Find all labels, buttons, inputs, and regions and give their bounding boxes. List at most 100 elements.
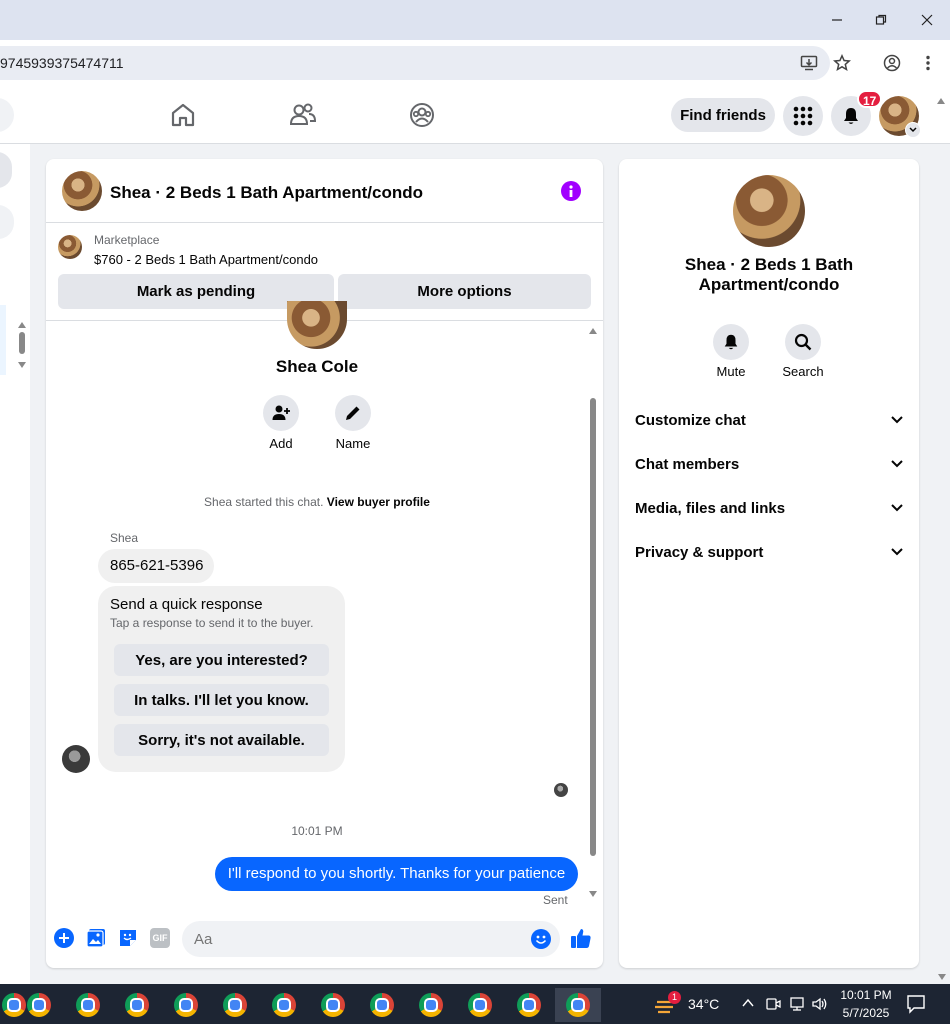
media-files-links-section[interactable]: Media, files and links: [635, 488, 903, 528]
weather-temp[interactable]: 34°C: [688, 996, 719, 1012]
scroll-down-arrow-icon[interactable]: [937, 968, 949, 980]
quick-response-yes-button[interactable]: Yes, are you interested?: [114, 644, 329, 676]
notification-center-icon[interactable]: [906, 994, 928, 1016]
sender-name: Shea: [110, 531, 139, 545]
home-icon[interactable]: [168, 100, 198, 130]
chat-panel: Shea · 2 Beds 1 Bath Apartment/condo Mar…: [46, 159, 603, 968]
message-composer: GIF: [46, 915, 603, 968]
name-label: Name: [335, 436, 371, 451]
menu-grid-button[interactable]: [783, 96, 823, 136]
volume-icon[interactable]: [811, 996, 829, 1012]
chevron-up-icon[interactable]: [741, 996, 755, 1010]
listing-avatar[interactable]: [62, 171, 102, 211]
section-label: Privacy & support: [635, 543, 764, 561]
taskbar-app-active[interactable]: [555, 988, 601, 1022]
info-icon[interactable]: [561, 181, 581, 201]
meet-icon[interactable]: [765, 996, 781, 1012]
add-person-icon: [272, 405, 290, 420]
profile-icon[interactable]: [881, 52, 903, 74]
chat-header: Shea · 2 Beds 1 Bath Apartment/condo: [46, 159, 603, 223]
restore-icon[interactable]: [858, 0, 904, 40]
add-person-button[interactable]: [263, 395, 299, 431]
quick-response-in-talks-button[interactable]: In talks. I'll let you know.: [114, 684, 329, 716]
taskbar-app[interactable]: [68, 988, 108, 1022]
edit-name-button[interactable]: [335, 395, 371, 431]
contact-name: Shea Cole: [275, 357, 359, 376]
chrome-icon: [370, 993, 394, 1017]
address-bar[interactable]: [0, 46, 830, 80]
privacy-support-section[interactable]: Privacy & support: [635, 532, 903, 572]
photo-icon[interactable]: [86, 928, 106, 948]
minimize-icon[interactable]: [814, 0, 860, 40]
taskbar-app[interactable]: [460, 988, 500, 1022]
search-icon: [794, 333, 812, 351]
window-titlebar: [0, 0, 950, 40]
sent-message-bubble[interactable]: I'll respond to you shortly. Thanks for …: [215, 857, 578, 891]
sender-avatar[interactable]: [62, 745, 90, 773]
active-conversation-marker: [0, 305, 6, 375]
taskbar-app[interactable]: [313, 988, 353, 1022]
message-thread[interactable]: Shea Cole Add Name Shea started this cha…: [46, 301, 603, 921]
plus-icon[interactable]: [54, 928, 74, 948]
thumbs-up-icon[interactable]: [569, 926, 593, 950]
url-text[interactable]: 9745939375474711: [0, 55, 124, 71]
listing-large-avatar[interactable]: [733, 175, 805, 247]
chrome-icon: [174, 993, 198, 1017]
taskbar-app[interactable]: [215, 988, 255, 1022]
chrome-icon: [76, 993, 100, 1017]
chevron-down-icon[interactable]: [905, 122, 921, 138]
quick-response-title: Send a quick response: [110, 596, 263, 613]
network-icon[interactable]: [788, 996, 806, 1012]
emoji-icon[interactable]: [531, 929, 551, 949]
search-label: Search: [782, 364, 824, 379]
friends-icon[interactable]: [288, 100, 318, 130]
scroll-up-arrow-icon[interactable]: [936, 92, 950, 104]
taskbar-app[interactable]: [362, 988, 402, 1022]
customize-chat-section[interactable]: Customize chat: [635, 400, 903, 440]
chrome-icon: [566, 993, 590, 1017]
mute-label: Mute: [716, 364, 746, 379]
quick-response-not-available-button[interactable]: Sorry, it's not available.: [114, 724, 329, 756]
browser-menu-icon[interactable]: [917, 52, 939, 74]
chevron-down-icon: [891, 548, 903, 556]
message-input[interactable]: [182, 921, 560, 957]
chrome-icon: [125, 993, 149, 1017]
chrome-icon: [468, 993, 492, 1017]
quick-response-subtitle: Tap a response to send it to the buyer.: [110, 616, 314, 630]
more-options-button[interactable]: More options: [338, 274, 591, 309]
taskbar-app[interactable]: [19, 988, 59, 1022]
chat-members-section[interactable]: Chat members: [635, 444, 903, 484]
listing-thumbnail[interactable]: [58, 235, 82, 259]
taskbar-app[interactable]: [411, 988, 451, 1022]
thread-scrollbar[interactable]: [588, 326, 598, 899]
sidebar-scrollbar[interactable]: [17, 320, 27, 376]
search-in-chat-button[interactable]: [785, 324, 821, 360]
phone-message-bubble[interactable]: 865-621-5396: [98, 549, 214, 583]
close-icon[interactable]: [904, 0, 950, 40]
clock-time[interactable]: 10:01 PM: [838, 988, 894, 1002]
sticker-icon[interactable]: [118, 928, 138, 948]
clock-date[interactable]: 5/7/2025: [838, 1006, 894, 1020]
taskbar-app[interactable]: [117, 988, 157, 1022]
chevron-down-icon: [891, 416, 903, 424]
chrome-icon: [223, 993, 247, 1017]
chat-title[interactable]: Shea · 2 Beds 1 Bath Apartment/condo: [110, 183, 423, 203]
chevron-down-icon: [891, 460, 903, 468]
bell-icon: [844, 108, 858, 124]
taskbar-app[interactable]: [166, 988, 206, 1022]
mute-button[interactable]: [713, 324, 749, 360]
notification-badge: 17: [857, 90, 883, 108]
chat-info-panel: Shea · 2 Beds 1 Bath Apartment/condo Mut…: [619, 159, 919, 968]
groups-icon[interactable]: [407, 100, 437, 130]
install-app-icon[interactable]: [798, 52, 820, 74]
contact-photo[interactable]: [287, 301, 347, 349]
taskbar-app[interactable]: [509, 988, 549, 1022]
add-label: Add: [269, 436, 293, 451]
find-friends-button[interactable]: Find friends: [671, 98, 775, 132]
taskbar-app[interactable]: [264, 988, 304, 1022]
view-buyer-profile-link[interactable]: View buyer profile: [327, 495, 430, 509]
chrome-icon: [272, 993, 296, 1017]
gif-icon[interactable]: GIF: [150, 928, 170, 948]
bookmark-star-icon[interactable]: [831, 52, 853, 74]
listing-text[interactable]: $760 - 2 Beds 1 Bath Apartment/condo: [94, 252, 318, 267]
